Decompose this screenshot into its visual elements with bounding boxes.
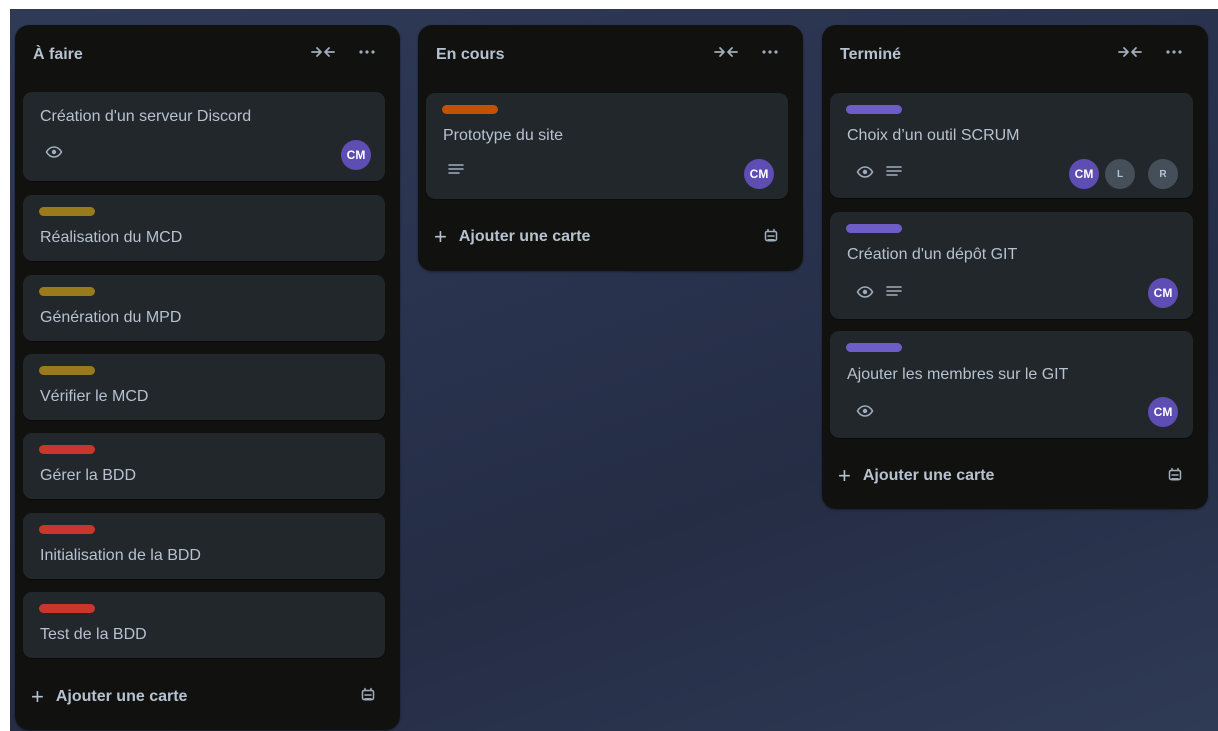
- avatar[interactable]: R: [1148, 159, 1178, 189]
- add-card-button[interactable]: + Ajouter une carte: [27, 679, 187, 715]
- avatar-initials: CM: [1153, 405, 1173, 419]
- more-options-icon[interactable]: [355, 45, 379, 62]
- avatar[interactable]: CM: [744, 159, 774, 189]
- card-label[interactable]: [846, 343, 902, 352]
- card-title: Test de la BDD: [40, 626, 147, 643]
- description-icon: [448, 163, 464, 177]
- card-label[interactable]: [442, 105, 498, 114]
- card-title: Génération du MPD: [40, 309, 182, 326]
- avatar-initials: CM: [749, 167, 769, 181]
- list-a-faire: À faire Création d'un serveur Discord CM…: [15, 25, 400, 730]
- eye-icon: [45, 145, 63, 159]
- collapse-list-icon[interactable]: [1116, 45, 1144, 62]
- card[interactable]: Génération du MPD: [23, 275, 385, 341]
- list-termine: Terminé Choix d’un outil SCRUM CM L R Cr…: [822, 25, 1208, 509]
- card-label[interactable]: [39, 525, 95, 534]
- add-card-button[interactable]: + Ajouter une carte: [430, 219, 590, 255]
- card[interactable]: Test de la BDD: [23, 592, 385, 658]
- plus-icon: +: [838, 463, 851, 488]
- list-title[interactable]: À faire: [33, 46, 83, 64]
- list-header: En cours: [418, 25, 803, 89]
- card[interactable]: Réalisation du MCD: [23, 195, 385, 261]
- avatar-initials: R: [1159, 168, 1167, 180]
- card-title: Réalisation du MCD: [40, 229, 183, 246]
- avatar[interactable]: CM: [1069, 159, 1099, 189]
- eye-icon: [856, 404, 874, 418]
- more-options-icon[interactable]: [758, 45, 782, 62]
- card[interactable]: Ajouter les membres sur le GIT CM: [830, 331, 1193, 438]
- avatar[interactable]: CM: [1148, 397, 1178, 427]
- avatar-initials: CM: [1153, 286, 1173, 300]
- card[interactable]: Prototype du site CM: [426, 93, 788, 199]
- create-from-template-icon[interactable]: [1161, 461, 1189, 489]
- card-title: Gérer la BDD: [40, 467, 137, 484]
- avatar[interactable]: L: [1105, 159, 1135, 189]
- plus-icon: +: [31, 684, 44, 709]
- create-from-template-icon[interactable]: [757, 222, 785, 250]
- list-title[interactable]: Terminé: [840, 46, 901, 64]
- more-options-icon[interactable]: [1162, 45, 1186, 62]
- add-card-button[interactable]: + Ajouter une carte: [834, 458, 994, 494]
- list-en-cours: En cours Prototype du site CM + Ajouter …: [418, 25, 803, 271]
- card-title: Ajouter les membres sur le GIT: [847, 366, 1069, 383]
- list-title[interactable]: En cours: [436, 46, 504, 64]
- card-title: Vérifier le MCD: [40, 388, 149, 405]
- avatar-initials: CM: [346, 148, 366, 162]
- add-card-label: Ajouter une carte: [458, 228, 591, 245]
- card-title: Création d'un serveur Discord: [40, 108, 252, 125]
- card[interactable]: Création d'un dépôt GIT CM: [830, 212, 1193, 319]
- list-header: Terminé: [822, 25, 1208, 89]
- avatar[interactable]: CM: [341, 140, 371, 170]
- card-label[interactable]: [39, 287, 95, 296]
- plus-icon: +: [434, 224, 447, 249]
- card-title: Création d'un dépôt GIT: [847, 246, 1018, 263]
- card[interactable]: Initialisation de la BDD: [23, 513, 385, 579]
- avatar-initials: CM: [1074, 167, 1094, 181]
- collapse-list-icon[interactable]: [309, 45, 337, 62]
- card-title: Initialisation de la BDD: [40, 547, 201, 564]
- card-label[interactable]: [39, 366, 95, 375]
- card-label[interactable]: [846, 105, 902, 114]
- card[interactable]: Gérer la BDD: [23, 433, 385, 499]
- card[interactable]: Création d'un serveur Discord CM: [23, 92, 385, 181]
- list-header: À faire: [15, 25, 400, 89]
- card[interactable]: Vérifier le MCD: [23, 354, 385, 420]
- add-card-label: Ajouter une carte: [55, 688, 188, 705]
- card-label[interactable]: [39, 445, 95, 454]
- collapse-list-icon[interactable]: [712, 45, 740, 62]
- avatar[interactable]: CM: [1148, 278, 1178, 308]
- description-icon: [886, 285, 902, 299]
- eye-icon: [856, 165, 874, 179]
- create-from-template-icon[interactable]: [354, 681, 382, 709]
- avatar-initials: L: [1116, 168, 1124, 180]
- card-title: Prototype du site: [443, 127, 564, 144]
- add-card-label: Ajouter une carte: [862, 467, 995, 484]
- board-canvas: À faire Création d'un serveur Discord CM…: [10, 9, 1218, 731]
- card[interactable]: Choix d’un outil SCRUM CM L R: [830, 93, 1193, 198]
- card-label[interactable]: [846, 224, 902, 233]
- description-icon: [886, 165, 902, 179]
- eye-icon: [856, 285, 874, 299]
- card-label[interactable]: [39, 207, 95, 216]
- card-title: Choix d’un outil SCRUM: [847, 127, 1020, 144]
- card-label[interactable]: [39, 604, 95, 613]
